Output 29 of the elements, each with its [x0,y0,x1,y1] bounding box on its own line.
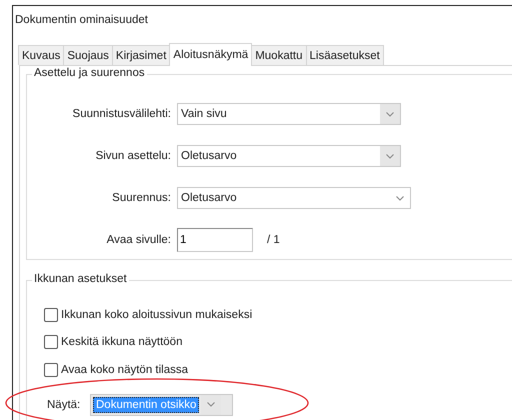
chevron-down-icon [386,112,394,116]
group-title: Asettelu ja suurennos [32,67,147,79]
checkbox-label: Keskitä ikkuna näyttöön [61,336,182,348]
page-count: / 1 [267,234,280,246]
tab[interactable]: Muokattu [251,45,307,65]
field-label: Suurennus: [111,192,172,204]
checkbox[interactable] [44,335,58,350]
tab[interactable]: Lisäasetukset [306,45,384,65]
field-label: Avaa sivulle: [106,234,172,246]
chevron-down-icon [396,196,404,200]
field-label: Näytä: [47,398,82,410]
page-input[interactable]: 1 [177,228,253,252]
tab[interactable]: Suojaus [63,45,113,65]
checkbox[interactable] [44,362,58,377]
dropdown[interactable]: Oletusarvo [177,145,401,167]
field-label: Suunnistusvälilehti: [72,108,172,120]
checkbox-label: Avaa koko näytön tilassa [61,364,188,376]
field-label: Sivun asettelu: [94,150,172,162]
window-title: Dokumentin ominaisuudet [14,13,149,28]
chevron-down-icon [207,402,216,407]
dropdown[interactable]: Oletusarvo [177,187,411,209]
tab[interactable]: Kuvaus [18,45,64,65]
tab[interactable]: Aloitusnäkymä [169,43,252,66]
checkbox-label: Ikkunan koko aloitussivun mukaiseksi [61,308,252,321]
dropdown[interactable]: Vain sivu [177,103,401,125]
checkbox[interactable] [44,308,58,322]
group-title: Ikkunan asetukset [32,273,129,285]
chevron-down-icon [386,154,394,158]
tab[interactable]: Kirjasimet [112,45,170,65]
